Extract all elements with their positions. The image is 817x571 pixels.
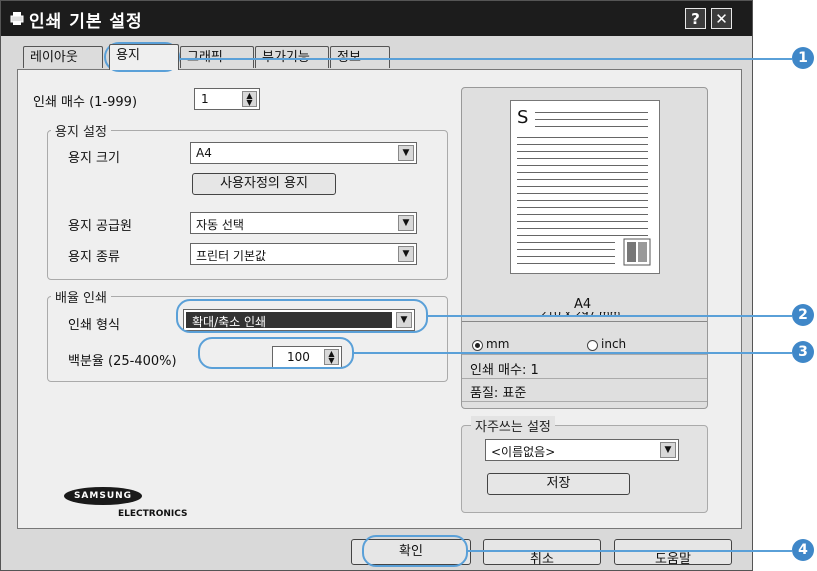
paper-size-select[interactable]: A4 ▼ — [190, 142, 417, 164]
paper-letter: S — [517, 107, 529, 128]
help-title-button[interactable]: ? — [685, 8, 706, 29]
callout-3-ring — [198, 337, 354, 369]
window-title: 인쇄 기본 설정 — [29, 12, 143, 32]
callout-2-ring — [176, 299, 428, 333]
samsung-logo-sub: ELECTRONICS — [118, 509, 188, 519]
help-button[interactable]: 도움말 — [614, 539, 732, 565]
unit-mm-radio[interactable] — [472, 340, 483, 351]
chevron-down-icon[interactable]: ▼ — [398, 246, 414, 262]
favorites-select[interactable]: <이름없음> ▼ — [485, 439, 679, 461]
custom-paper-button[interactable]: 사용자정의 용지 — [192, 173, 336, 195]
tab-paper[interactable]: 용지 — [109, 44, 179, 70]
tab-layout[interactable]: 레이아웃 — [23, 46, 103, 68]
paper-settings-title: 용지 설정 — [51, 121, 111, 140]
unit-inch-radio[interactable] — [587, 340, 598, 351]
close-button[interactable]: ✕ — [711, 8, 732, 29]
paper-type-select[interactable]: 프린터 기본값 ▼ — [190, 243, 417, 265]
callout-4-ring — [362, 535, 468, 567]
print-type-label: 인쇄 형식 — [68, 318, 120, 333]
chevron-down-icon[interactable]: ▼ — [398, 215, 414, 231]
callout-badge-2: 2 — [792, 304, 814, 326]
paper-source-label: 용지 공급원 — [68, 219, 132, 234]
samsung-logo: SAMSUNG — [64, 487, 142, 505]
scaling-title: 배율 인쇄 — [51, 287, 111, 306]
print-preferences-window: 인쇄 기본 설정 ? ✕ 레이아웃 용지 그래픽 부가기능 정보 인쇄 매수 (… — [0, 0, 753, 571]
save-favorites-button[interactable]: 저장 — [487, 473, 630, 495]
paper-size-label: 용지 크기 — [68, 151, 120, 166]
chevron-down-icon[interactable]: ▼ — [660, 442, 676, 458]
preview-quality: 품질: 표준 — [470, 386, 527, 401]
unit-inch-label: inch — [601, 337, 627, 351]
preview-panel: S A4 mm inch 인쇄 매수: 1 품질: 표준 — [461, 87, 708, 409]
paper-source-value: 자동 선택 — [196, 218, 244, 232]
spin-arrows-icon[interactable]: ▲ ▼ — [242, 91, 257, 107]
copies-label: 인쇄 매수 (1-999) — [33, 95, 138, 110]
chevron-down-icon[interactable]: ▼ — [398, 145, 414, 161]
title-bar: 인쇄 기본 설정 ? ✕ — [1, 1, 752, 36]
copies-spinner[interactable]: 1 ▲ ▼ — [194, 88, 260, 110]
cancel-button[interactable]: 취소 — [483, 539, 601, 565]
printer-icon — [10, 12, 24, 25]
tab-extras[interactable]: 부가기능 — [255, 46, 329, 68]
preview-copies: 인쇄 매수: 1 — [470, 363, 539, 378]
paper-source-select[interactable]: 자동 선택 ▼ — [190, 212, 417, 234]
paper-size-value: A4 — [196, 146, 212, 160]
percent-label: 백분율 (25-400%) — [68, 354, 177, 369]
callout-badge-1: 1 — [792, 47, 814, 69]
paper-type-value: 프린터 기본값 — [196, 249, 267, 263]
paper-preview: S — [510, 100, 660, 274]
favorites-value: <이름없음> — [491, 445, 556, 459]
preview-size-name: A4 — [574, 297, 592, 312]
unit-mm-label: mm — [486, 337, 510, 351]
copies-value: 1 — [201, 92, 209, 106]
tab-about[interactable]: 정보 — [330, 46, 390, 68]
callout-badge-3: 3 — [792, 341, 814, 363]
tab-graphics[interactable]: 그래픽 — [180, 46, 254, 68]
callout-badge-4: 4 — [792, 539, 814, 561]
paper-type-label: 용지 종류 — [68, 250, 120, 265]
favorites-title: 자주쓰는 설정 — [471, 416, 555, 435]
page-layout-icon — [623, 238, 651, 266]
